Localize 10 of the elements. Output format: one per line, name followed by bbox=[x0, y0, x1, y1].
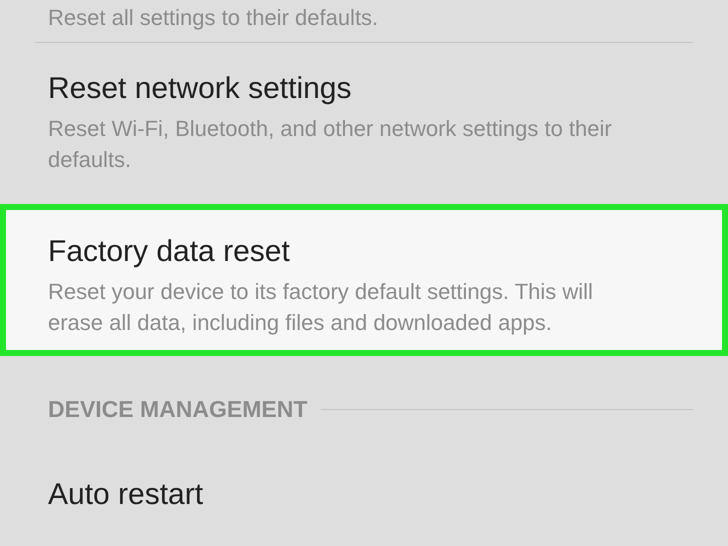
setting-title: Factory data reset bbox=[48, 234, 291, 270]
setting-title: Auto restart bbox=[48, 476, 204, 512]
setting-description: Reset Wi-Fi, Bluetooth, and other network settings to their defaults. bbox=[48, 115, 613, 174]
setting-row[interactable]: Auto restart bbox=[0, 448, 728, 542]
highlighted-setting-row[interactable]: Factory data reset Reset your device to its factory default settings. This will erase all data, including files and downloaded apps. bbox=[0, 204, 728, 356]
setting-description: Reset all settings to their defaults. bbox=[48, 4, 380, 32]
setting-title: Reset network settings bbox=[48, 71, 352, 107]
section-header: DEVICE MANAGEMENT bbox=[48, 395, 308, 424]
setting-description: Reset your device to its factory default settings. This will erase all data, including files and downloaded apps. bbox=[48, 278, 594, 337]
setting-row[interactable]: Reset network settings Reset Wi-Fi, Bluetooth, and other network settings to their defaults. bbox=[0, 43, 728, 204]
